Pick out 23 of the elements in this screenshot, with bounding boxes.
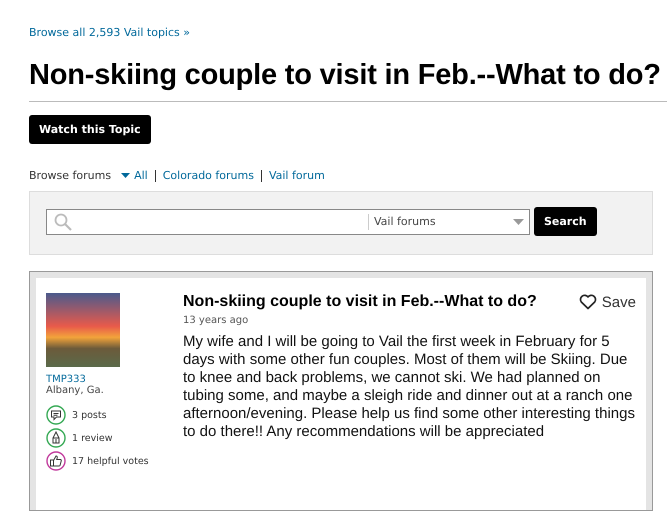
browse-topics-link[interactable]: Browse all 2,593 Vail topics » [29,26,190,39]
post-time: 13 years ago [183,315,250,326]
author-link[interactable]: TMP333 [46,374,183,385]
member-stat: 3 posts [72,410,107,420]
search-button[interactable]: Search [534,207,597,236]
watch-topic-button[interactable]: Watch this Topic [29,115,151,144]
forum-link[interactable]: All [134,169,148,182]
search-field[interactable]: Vail forums [46,208,530,234]
post-body: My wife and I will be going to Vail the first week in February for 5 days with some other fun couples. Most of them will be Skiing. Due to knee and back problems, we cannot ski. We had planned on tubing some, and maybe a sleigh ride and dinner out at a ranch one afternoon/evening. Please help us find some other interesting things to do there!! Any recommendations will be appreciated [183,333,636,441]
caret-icon [121,173,130,178]
forum-link[interactable]: Vail forum [268,169,325,182]
search-icon [54,212,72,230]
member-stat: 17 helpful votes [72,456,149,466]
dropdown-caret-icon [513,218,524,224]
browse-forums-label: Browse forums [29,169,112,182]
forum-link[interactable]: Colorado forums [162,169,254,182]
page-title: Non-skiing couple to visit in Feb.--What to do? [29,59,662,92]
save-button[interactable]: Save [578,294,636,310]
member-stat: 1 review [72,432,112,444]
post-title: Non-skiing couple to visit in Feb.--What to do? [183,293,537,311]
forum-scope-dropdown[interactable]: Vail forums [368,214,529,230]
author-location: Albany, Ga. [46,385,105,396]
heart-icon [578,294,597,310]
